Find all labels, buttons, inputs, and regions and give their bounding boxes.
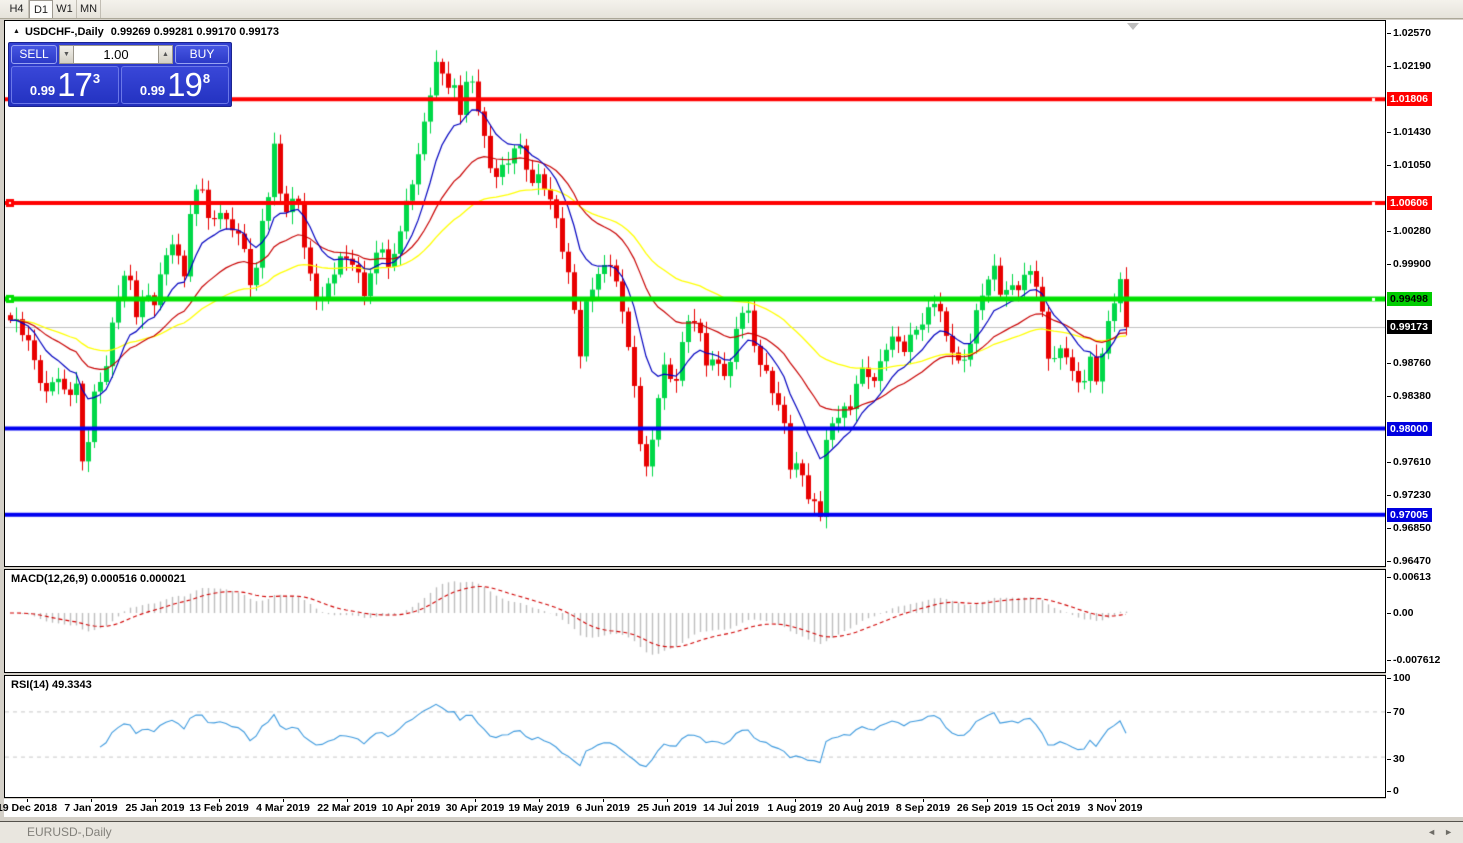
rsi-axis-label: 30 (1387, 753, 1405, 765)
price-level-badge: 0.97005 (1387, 507, 1432, 522)
date-label: 20 Aug 2019 (828, 802, 890, 814)
date-label: 25 Jun 2019 (637, 802, 697, 814)
date-label: 14 Jul 2019 (702, 802, 760, 814)
macd-canvas[interactable] (5, 570, 1385, 672)
rsi-label: RSI(14) 49.3343 (11, 679, 92, 691)
date-label: 19 Dec 2018 (0, 802, 58, 814)
buy-button[interactable]: BUY (175, 45, 229, 64)
volume-increase-button[interactable]: ▲ (158, 45, 173, 64)
price-tick-label: 1.02190 (1387, 59, 1431, 72)
price-tick-label: 1.01430 (1387, 125, 1431, 138)
date-label: 30 Apr 2019 (445, 802, 505, 814)
chart-title: ▲ USDCHF-,Daily 0.99269 0.99281 0.99170 0.… (13, 26, 279, 38)
price-tick-label: 0.99900 (1387, 258, 1431, 271)
price-axis: 1.02570 1.02190 1.01430 1.01050 1.00280 0.999… (1386, 20, 1463, 817)
date-label: 8 Sep 2019 (895, 802, 951, 814)
price-tick-label: 0.98380 (1387, 389, 1431, 402)
date-label: 3 Nov 2019 (1087, 802, 1143, 814)
timeframe-button-mn[interactable]: MN (77, 0, 101, 18)
date-label: 26 Sep 2019 (956, 802, 1018, 814)
timeframe-button-d1[interactable]: D1 (29, 0, 53, 18)
macd-axis-label: 0.00 (1386, 607, 1414, 619)
sell-button[interactable]: SELL (11, 45, 57, 64)
price-tick-label: 0.96470 (1387, 554, 1431, 567)
rsi-indicator-panel: RSI(14) 49.3343 (4, 675, 1386, 798)
price-level-badge: 1.01806 (1387, 92, 1432, 107)
macd-axis-label: -0.007612 (1386, 654, 1441, 666)
date-label: 10 Apr 2019 (381, 802, 441, 814)
price-tick-label: 0.98760 (1387, 356, 1431, 369)
buy-price-display[interactable]: 0.99 19 8 (121, 66, 229, 104)
chart-symbol-period: USDCHF-,Daily (24, 26, 104, 38)
macd-axis-label: 0.00613 (1387, 571, 1431, 583)
price-tick-label: 0.96850 (1387, 522, 1431, 535)
macd-label: MACD(12,26,9) 0.000516 0.000021 (11, 573, 186, 585)
rsi-axis-label: 0 (1387, 785, 1399, 797)
buy-price-big: 19 (167, 66, 203, 103)
date-label: 15 Oct 2019 (1021, 802, 1081, 814)
one-click-trading-panel: SELL ▼ 1.00 ▲ BUY 0.99 17 3 0.99 19 8 (8, 42, 232, 107)
price-tick-label: 1.01050 (1387, 158, 1431, 171)
sell-price-big: 17 (57, 66, 93, 103)
price-level-badge: 0.99498 (1387, 291, 1432, 306)
price-tick-label: 0.97230 (1387, 489, 1431, 502)
date-label: 4 Mar 2019 (256, 802, 310, 814)
macd-indicator-panel: MACD(12,26,9) 0.000516 0.000021 (4, 569, 1386, 673)
date-axis: 19 Dec 2018 7 Jan 2019 25 Jan 2019 13 Feb 2… (0, 799, 1386, 817)
volume-input[interactable]: 1.00 (74, 45, 158, 64)
tab-scroll-left-icon[interactable]: ◄ (1427, 827, 1436, 837)
timeframe-toolbar: H4 D1 W1 MN (0, 0, 1463, 19)
tab-nav: ◄ ► (1423, 822, 1457, 843)
rsi-canvas[interactable] (5, 676, 1385, 797)
chart-collapse-icon[interactable]: ▲ (13, 28, 20, 35)
date-label: 6 Jun 2019 (576, 802, 630, 814)
buy-price-sup: 8 (202, 71, 211, 86)
rsi-axis-label: 100 (1387, 672, 1411, 684)
price-tick-label: 0.97610 (1387, 456, 1431, 469)
date-label: 19 May 2019 (508, 802, 570, 814)
timeframe-button-h4[interactable]: H4 (5, 0, 29, 18)
timeframe-button-w1[interactable]: W1 (53, 0, 77, 18)
date-label: 25 Jan 2019 (125, 802, 185, 814)
sell-price-sup: 3 (92, 71, 101, 86)
price-level-badge: 0.98000 (1387, 421, 1432, 436)
buy-price-main: 0.99 (139, 83, 166, 98)
tab-eurusd-daily[interactable]: EURUSD-,Daily (14, 822, 125, 843)
chart-tab-bar: EURUSD-,Daily ◄ ► (0, 821, 1463, 843)
tab-scroll-right-icon[interactable]: ► (1444, 827, 1453, 837)
sell-price-display[interactable]: 0.99 17 3 (11, 66, 119, 104)
date-label: 7 Jan 2019 (64, 802, 118, 814)
price-level-badge: 0.99173 (1387, 320, 1432, 335)
rsi-axis-label: 70 (1387, 706, 1405, 718)
sell-price-main: 0.99 (29, 83, 56, 98)
chart-ohlc-values: 0.99269 0.99281 0.99170 0.99173 (110, 26, 279, 38)
price-tick-label: 1.02570 (1387, 27, 1431, 40)
date-label: 1 Aug 2019 (767, 802, 823, 814)
price-tick-label: 1.00280 (1387, 225, 1431, 238)
volume-decrease-button[interactable]: ▼ (59, 45, 74, 64)
current-bar-marker-icon (1127, 23, 1139, 30)
price-level-badge: 1.00606 (1387, 196, 1432, 210)
date-label: 22 Mar 2019 (317, 802, 377, 814)
date-label: 13 Feb 2019 (189, 802, 249, 814)
